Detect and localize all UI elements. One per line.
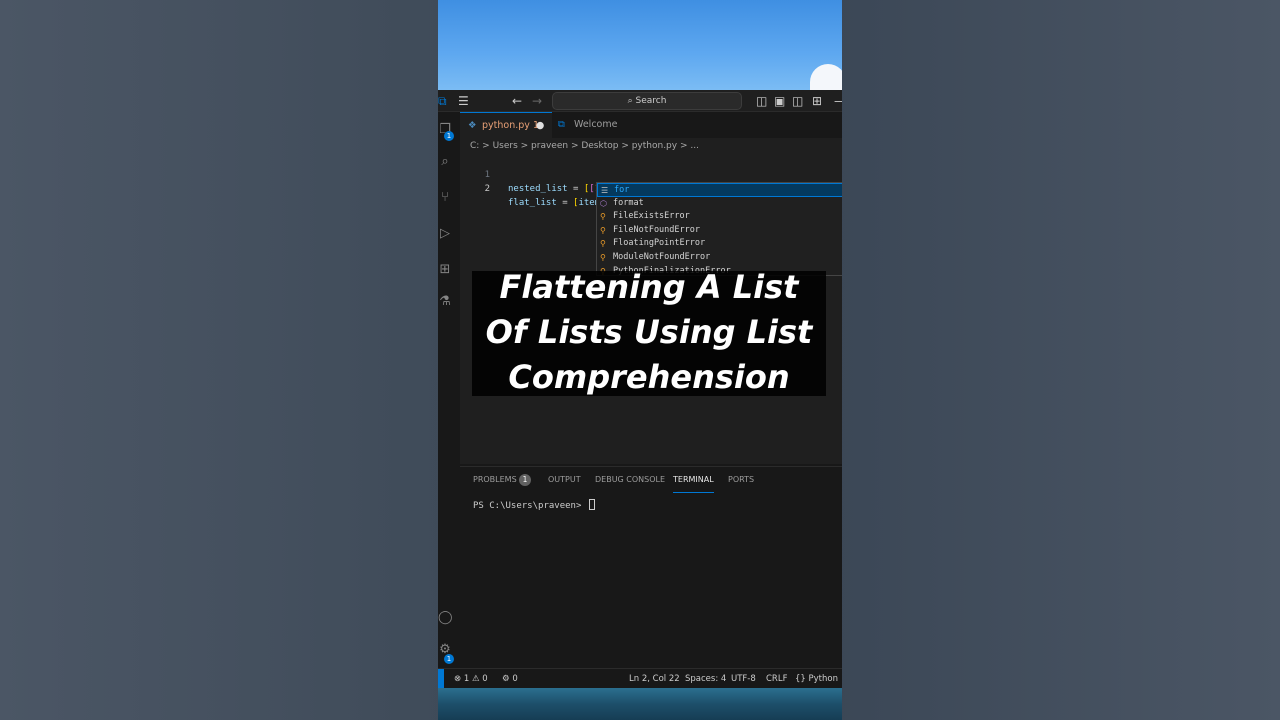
settings-badge: 1 xyxy=(444,654,454,664)
status-bar: ⊗ 1 ⚠ 0 ⚙ 0 Ln 2, Col 22 Spaces: 4 UTF-8… xyxy=(438,668,842,689)
line-number: 2 xyxy=(484,184,490,194)
suggestion-item[interactable]: ⚲ FileNotFoundError xyxy=(597,224,842,238)
remote-indicator[interactable] xyxy=(438,669,444,689)
line-ending[interactable]: CRLF xyxy=(766,669,787,689)
tab-label: python.py xyxy=(482,120,530,131)
command-center-search[interactable]: ⌕ Search xyxy=(552,92,742,110)
problems-count-badge: 1 xyxy=(519,474,531,486)
accounts-icon[interactable]: ◯ xyxy=(438,610,453,625)
suggestion-widget: ☰ for ⬡ format ⚲ FileExistsError ⚲ FileNotFo… xyxy=(596,182,842,276)
cloud xyxy=(810,64,842,90)
indentation[interactable]: Spaces: 4 xyxy=(685,669,726,689)
tab-welcome[interactable]: ⧉ Welcome xyxy=(556,112,636,138)
keyword-icon: ☰ xyxy=(601,186,609,195)
breadcrumb[interactable]: C: > Users > praveen > Desktop > python.… xyxy=(460,138,842,154)
code-line-1[interactable]: 1 nested_list = [[1,2,3], [4,5], [6,7,8]… xyxy=(460,154,720,194)
warning-icon: ⚠ xyxy=(471,674,480,684)
suggestion-item[interactable]: ⬡ format xyxy=(597,197,842,211)
toggle-panel-icon[interactable]: ▣ xyxy=(774,90,785,112)
error-icon: ⊗ xyxy=(454,674,462,684)
class-icon: ⚲ xyxy=(600,253,606,262)
ports-status[interactable]: ⚙ 0 xyxy=(502,669,518,689)
source-control-icon[interactable]: ⑂ xyxy=(438,190,452,205)
panel-tab-debug-console[interactable]: DEBUG CONSOLE xyxy=(595,467,665,493)
terminal-output[interactable]: PS C:\Users\praveen> xyxy=(473,499,595,513)
suggestion-item[interactable]: ⚲ FloatingPointError xyxy=(597,237,842,251)
extensions-icon[interactable]: ⊞ xyxy=(438,262,452,277)
wallpaper-sea xyxy=(438,688,842,720)
tab-label: Welcome xyxy=(574,119,618,130)
vscode-window: ⧉ ☰ ← → ⌕ Search ◫ ▣ ◫ ⊞ — ❐ 1 ⌕ ⑂ ▷ ⊞ ⚗… xyxy=(438,0,842,720)
wallpaper-sky xyxy=(438,0,842,90)
bottom-panel: PROBLEMS 1 OUTPUT DEBUG CONSOLE TERMINAL… xyxy=(460,466,842,668)
explorer-badge: 1 xyxy=(444,131,454,141)
overlay-line-3: Comprehension xyxy=(508,358,790,396)
forward-arrow-icon[interactable]: → xyxy=(532,90,542,112)
suggestion-item[interactable]: ⚲ ModuleNotFoundError xyxy=(597,251,842,265)
video-title-overlay: Flattening A List Of Lists Using List Co… xyxy=(472,268,826,396)
cursor-position[interactable]: Ln 2, Col 22 xyxy=(629,669,680,689)
search-icon[interactable]: ⌕ xyxy=(438,154,452,169)
panel-tab-output[interactable]: OUTPUT xyxy=(548,467,581,493)
panel-tab-terminal[interactable]: TERMINAL xyxy=(673,467,714,493)
suggestion-item[interactable]: ☰ for xyxy=(597,183,842,197)
toggle-sidebar-icon[interactable]: ◫ xyxy=(756,90,767,112)
terminal-prompt: PS C:\Users\praveen> xyxy=(473,501,587,511)
code-line-2[interactable]: 2 flat_list = [item for] xyxy=(460,168,628,208)
run-debug-icon[interactable]: ▷ xyxy=(438,226,452,241)
panel-tab-ports[interactable]: PORTS xyxy=(728,467,754,493)
class-icon: ⚲ xyxy=(600,225,606,235)
title-bar: ⧉ ☰ ← → ⌕ Search ◫ ▣ ◫ ⊞ — xyxy=(438,90,842,112)
class-icon: ⚲ xyxy=(600,239,606,249)
ports-icon: ⚙ xyxy=(502,674,510,684)
activity-bar: ❐ 1 ⌕ ⑂ ▷ ⊞ ⚗ ◯ ⚙ 1 xyxy=(438,112,460,668)
back-arrow-icon[interactable]: ← xyxy=(512,90,522,112)
overlay-line-1: Flattening A List xyxy=(499,268,799,306)
minimize-icon[interactable]: — xyxy=(834,90,842,112)
suggestion-item[interactable]: ⚲ FileExistsError xyxy=(597,210,842,224)
python-file-icon: ❖ xyxy=(468,120,477,131)
vscode-welcome-icon: ⧉ xyxy=(558,119,565,130)
editor-tabs: ❖ python.py 1 ● ⧉ Welcome xyxy=(460,112,842,138)
toggle-secondary-sidebar-icon[interactable]: ◫ xyxy=(792,90,803,112)
language-mode[interactable]: {} Python xyxy=(795,669,838,689)
panel-tab-problems[interactable]: PROBLEMS xyxy=(473,467,517,493)
customize-layout-icon[interactable]: ⊞ xyxy=(812,90,822,112)
modified-dot-icon[interactable]: ● xyxy=(536,113,544,139)
encoding[interactable]: UTF-8 xyxy=(731,669,756,689)
class-icon: ⚲ xyxy=(600,212,606,222)
terminal-cursor xyxy=(588,499,595,510)
braces-icon: {} xyxy=(795,674,806,684)
tab-python-py[interactable]: ❖ python.py 1 ● xyxy=(460,112,552,138)
menu-icon[interactable]: ☰ xyxy=(458,90,469,112)
testing-icon[interactable]: ⚗ xyxy=(438,294,452,309)
vscode-logo-icon: ⧉ xyxy=(438,94,447,108)
method-icon: ⬡ xyxy=(600,198,607,208)
search-label: Search xyxy=(635,96,667,106)
overlay-line-2: Of Lists Using List xyxy=(485,313,813,351)
problems-status[interactable]: ⊗ 1 ⚠ 0 xyxy=(454,669,488,689)
